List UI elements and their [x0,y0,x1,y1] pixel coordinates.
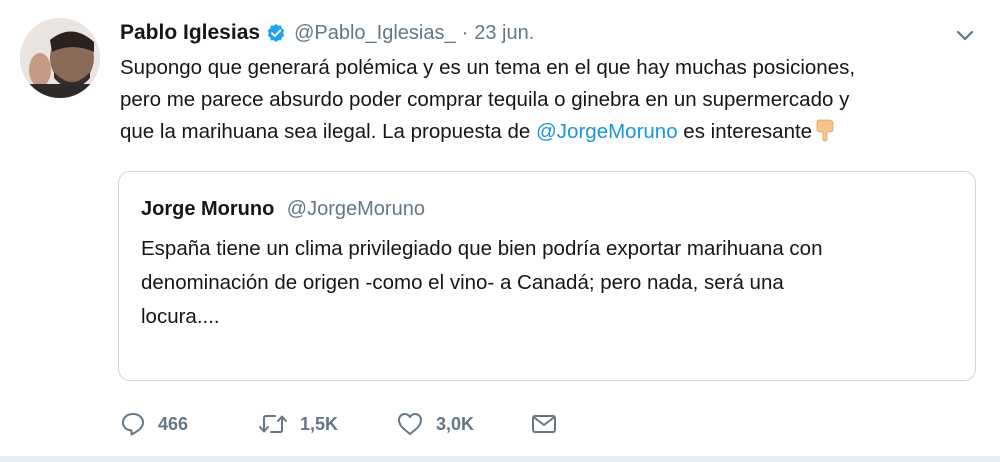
retweet-icon [258,411,288,437]
author-handle[interactable]: @Pablo_Iglesias_ [294,22,456,45]
mention-link[interactable]: @JorgeMoruno [536,120,678,143]
reply-button[interactable]: 466 [120,404,188,444]
tweet-header: Pablo Iglesias @Pablo_Iglesias_ · 23 jun… [120,18,534,48]
divider [0,456,1000,462]
tweet-card[interactable]: Pablo Iglesias @Pablo_Iglesias_ · 23 jun… [0,0,1000,462]
quoted-text-line: denominación de origen -como el vino- a … [141,271,784,294]
reply-icon [120,411,146,437]
reply-count: 466 [158,413,189,434]
quoted-tweet[interactable]: Jorge Moruno @JorgeMoruno España tiene u… [118,171,976,381]
tweet-text-line: que la marihuana sea ilegal. La propuest… [120,116,980,152]
retweet-button[interactable]: 1,5K [258,404,338,444]
quoted-text-line: locura.... [141,305,220,328]
tweet-text: Supongo que generará polémica y es un te… [120,52,980,152]
verified-badge-icon [266,23,286,43]
tweet-text-segment: es interesante [677,120,813,143]
heart-icon [396,411,424,437]
backhand-index-pointing-down-icon [814,118,836,152]
quoted-author-name: Jorge Moruno [141,198,275,220]
retweet-count: 1,5K [300,413,339,434]
tweet-text-line: pero me parece absurdo poder comprar teq… [120,88,850,111]
author-name[interactable]: Pablo Iglesias [120,21,260,45]
quoted-tweet-header: Jorge Moruno @JorgeMoruno [141,198,425,221]
direct-message-button[interactable] [530,404,558,444]
quoted-tweet-text: España tiene un clima privilegiado que b… [141,232,951,334]
tweet-timestamp[interactable]: 23 jun. [474,22,534,45]
avatar[interactable] [20,18,100,98]
tweet-text-segment: que la marihuana sea ilegal. La propuest… [120,120,536,143]
quoted-text-line: España tiene un clima privilegiado que b… [141,237,823,260]
separator-dot: · [461,21,469,44]
like-button[interactable]: 3,0K [396,404,474,444]
chevron-down-icon[interactable] [954,24,976,46]
envelope-icon [530,412,558,436]
tweet-text-line: Supongo que generará polémica y es un te… [120,56,856,79]
like-count: 3,0K [436,413,475,434]
quoted-author-handle: @JorgeMoruno [286,198,425,220]
